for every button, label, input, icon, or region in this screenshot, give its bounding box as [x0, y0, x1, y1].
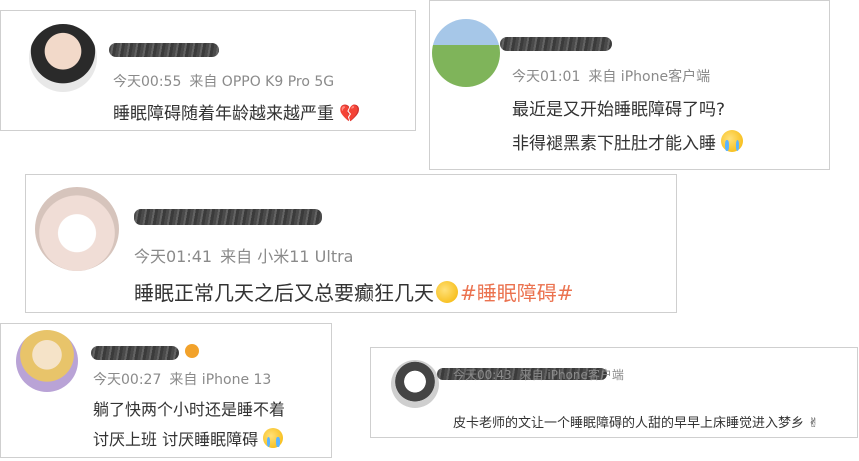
post-line-2: 非得褪黑素下肚肚才能入睡 [512, 134, 716, 154]
post-time[interactable]: 今天00:43 [453, 368, 512, 382]
post-meta: 今天00:55 来自 OPPO K9 Pro 5G [113, 71, 334, 91]
post-source: 来自 iPhone客户端 [588, 69, 711, 85]
post-source: 来自 iPhone 13 [169, 372, 272, 388]
user-avatar[interactable] [432, 19, 500, 87]
user-avatar[interactable] [16, 330, 78, 392]
user-avatar[interactable] [29, 24, 97, 92]
post-time[interactable]: 今天00:55 [113, 74, 181, 90]
post-meta: 今天00:43 来自 iPhone客户端 [453, 366, 624, 383]
vip-badge-icon [185, 344, 199, 358]
crying-face-icon [263, 428, 284, 448]
post-text: 皮卡老师的文让一个睡眠障碍的人甜的早早上床睡觉进入梦乡 ✌ [453, 412, 819, 431]
user-avatar[interactable] [35, 187, 119, 271]
redacted-username[interactable] [500, 37, 612, 51]
hashtag-link[interactable]: #睡眠障碍# [460, 281, 574, 305]
redacted-username[interactable] [134, 209, 322, 225]
post-time[interactable]: 今天01:41 [134, 247, 212, 266]
post-source: 来自 小米11 Ultra [220, 247, 354, 266]
post-source: 来自 OPPO K9 Pro 5G [189, 74, 335, 90]
post-meta: 今天01:41 来自 小米11 Ultra [134, 243, 353, 267]
post-card-5: 今天00:43 来自 iPhone客户端 皮卡老师的文让一个睡眠障碍的人甜的早早上… [370, 347, 858, 438]
post-meta: 今天01:01 来自 iPhone客户端 [512, 66, 710, 86]
post-line-1: 睡眠障碍随着年龄越来越严重 [113, 104, 334, 124]
user-avatar[interactable] [391, 360, 439, 408]
post-text-line-1: 躺了快两个小时还是睡不着 [93, 400, 286, 419]
post-card-4: 今天00:27 来自 iPhone 13 躺了快两个小时还是睡不着 讨厌上班 讨厌… [0, 323, 332, 458]
crying-face-icon [721, 130, 744, 152]
post-text-line-2: 非得褪黑素下肚肚才能入睡 [512, 129, 744, 154]
post-line-2: 讨厌上班 讨厌睡眠障碍 [93, 430, 259, 449]
upside-down-face-icon [436, 281, 458, 303]
post-source: 来自 iPhone客户端 [519, 368, 624, 382]
post-card-3: 今天01:41 来自 小米11 Ultra 睡眠正常几天之后又总要癫狂几天 #睡眠障… [25, 174, 677, 313]
post-text-line-2: 讨厌上班 讨厌睡眠障碍 [93, 426, 284, 450]
post-text: 睡眠障碍随着年龄越来越严重 💔 [113, 99, 361, 124]
victory-hand-icon: ✌ [808, 416, 820, 431]
post-time[interactable]: 今天00:27 [93, 372, 161, 388]
redacted-username[interactable] [91, 346, 179, 360]
post-line-1: 睡眠正常几天之后又总要癫狂几天 [134, 281, 434, 305]
post-card-2: 今天01:01 来自 iPhone客户端 最近是又开始睡眠障碍了吗? 非得褪黑素下… [429, 0, 830, 170]
post-text-line-1: 最近是又开始睡眠障碍了吗? [512, 100, 726, 120]
post-time[interactable]: 今天01:01 [512, 69, 580, 85]
broken-heart-icon: 💔 [339, 104, 361, 124]
post-line-1: 皮卡老师的文让一个睡眠障碍的人甜的早早上床睡觉进入梦乡 [453, 416, 805, 431]
post-text: 睡眠正常几天之后又总要癫狂几天 #睡眠障碍# [134, 277, 574, 306]
post-meta: 今天00:27 来自 iPhone 13 [93, 369, 271, 389]
redacted-username[interactable] [109, 43, 219, 57]
post-card-1: 今天00:55 来自 OPPO K9 Pro 5G 睡眠障碍随着年龄越来越严重 💔 [0, 10, 416, 131]
